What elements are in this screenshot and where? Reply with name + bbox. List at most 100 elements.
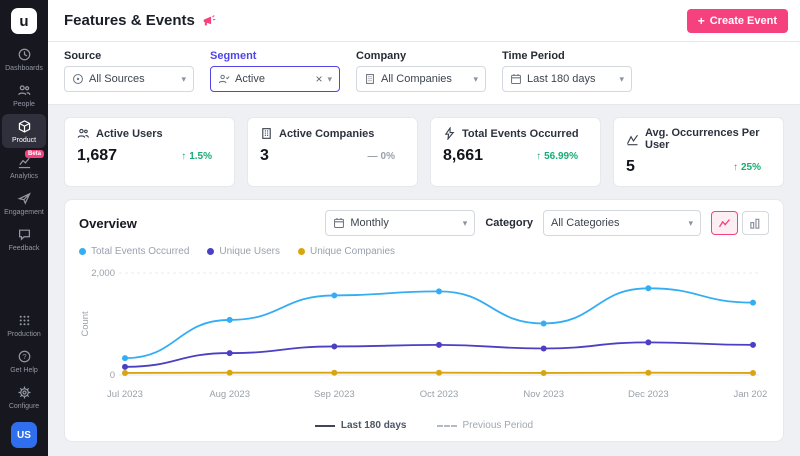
page-title: Features & Events xyxy=(64,12,195,29)
sidebar-item-label: Configure xyxy=(8,403,40,410)
building-icon xyxy=(260,127,273,140)
sidebar-item-engagement[interactable]: Engagement xyxy=(2,186,46,220)
chevron-down-icon: ▾ xyxy=(462,217,468,228)
svg-text:Jul 2023: Jul 2023 xyxy=(107,389,143,400)
app-root: u Dashboards People Product Beta Analyti… xyxy=(0,0,800,456)
overview-chart-area: 2,000 0 Count Jul 2023 Aug 2023 Sep 2023 Oct 2… xyxy=(79,259,769,418)
sidebar-item-label: Engagement xyxy=(4,209,44,216)
company-select[interactable]: All Companies ▾ xyxy=(356,66,486,92)
category-select[interactable]: All Categories ▾ xyxy=(543,210,701,236)
sidebar-item-get-help[interactable]: ? Get Help xyxy=(2,344,46,378)
create-event-button[interactable]: + Create Event xyxy=(686,8,788,33)
bar-chart-toggle[interactable] xyxy=(742,211,769,235)
segment-select-value: Active xyxy=(235,73,265,85)
svg-text:Nov 2023: Nov 2023 xyxy=(523,389,564,400)
dashboards-icon xyxy=(18,48,30,61)
footer-legend-label: Previous Period xyxy=(462,420,534,431)
sidebar: u Dashboards People Product Beta Analyti… xyxy=(0,0,48,456)
footer-legend-current: Last 180 days xyxy=(314,420,407,431)
filter-time-period: Time Period Last 180 days ▾ xyxy=(502,50,632,92)
svg-text:Sep 2023: Sep 2023 xyxy=(314,389,355,400)
sidebar-item-people[interactable]: People xyxy=(2,78,46,112)
granularity-select[interactable]: Monthly ▾ xyxy=(325,210,476,236)
users-icon xyxy=(77,127,90,140)
svg-text:Oct 2023: Oct 2023 xyxy=(420,389,459,400)
dashed-line-icon xyxy=(436,424,457,427)
chart-legend: Total Events Occurred Unique Users Uniqu… xyxy=(79,246,769,257)
sidebar-item-label: Feedback xyxy=(8,245,40,252)
solid-line-icon xyxy=(314,424,335,427)
overview-header: Overview Monthly ▾ Category All Categori… xyxy=(79,210,769,236)
app-logo[interactable]: u xyxy=(11,8,37,34)
kpi-label: Total Events Occurred xyxy=(462,127,579,140)
legend-unique-companies[interactable]: Unique Companies xyxy=(297,246,395,257)
kpi-value: 8,661 xyxy=(443,147,484,164)
svg-text:0: 0 xyxy=(110,370,115,381)
kpi-label: Avg. Occurrences Per User xyxy=(645,127,760,151)
sidebar-nav: Dashboards People Product Beta Analytics… xyxy=(0,42,48,256)
source-select[interactable]: All Sources ▾ xyxy=(64,66,194,92)
trend-icon xyxy=(626,133,639,146)
company-select-value: All Companies xyxy=(381,73,452,85)
filter-company: Company All Companies ▾ xyxy=(356,50,486,92)
bar-chart-icon xyxy=(750,218,760,229)
sidebar-item-label: Get Help xyxy=(10,367,38,374)
kpi-delta: ↑ 1.5% xyxy=(181,150,212,162)
footer-legend-previous: Previous Period xyxy=(436,420,534,431)
page-header: Features & Events + Create Event xyxy=(48,0,800,42)
sidebar-item-label: People xyxy=(13,101,35,108)
kpi-card-avg-occurrences: Avg. Occurrences Per User 5 ↑ 25% xyxy=(613,117,784,187)
filter-company-label: Company xyxy=(356,50,407,62)
source-icon xyxy=(72,73,84,85)
legend-dot xyxy=(79,248,86,255)
filter-bar: Source All Sources ▾ Segment Active × ▾ … xyxy=(48,42,800,105)
chevron-down-icon: ▾ xyxy=(327,73,332,84)
kpi-delta: —0% xyxy=(367,150,395,162)
sidebar-item-label: Analytics xyxy=(9,173,38,180)
flat-dash-icon: — xyxy=(367,150,378,162)
line-chart-icon xyxy=(718,218,731,227)
chevron-down-icon: ▾ xyxy=(619,73,624,84)
source-select-value: All Sources xyxy=(89,73,145,85)
footer-legend-label: Last 180 days xyxy=(340,420,407,431)
svg-text:2,000: 2,000 xyxy=(91,268,115,279)
people-icon xyxy=(17,85,30,96)
chevron-down-icon: ▾ xyxy=(473,73,478,84)
calendar-icon xyxy=(333,217,345,229)
kpi-label: Active Users xyxy=(96,127,163,140)
sidebar-item-label: Production xyxy=(7,331,41,338)
overview-title: Overview xyxy=(79,215,137,231)
legend-total-events[interactable]: Total Events Occurred xyxy=(79,246,189,257)
chart-type-toggle xyxy=(711,211,769,235)
legend-label: Total Events Occurred xyxy=(91,246,190,257)
sidebar-item-dashboards[interactable]: Dashboards xyxy=(2,42,46,76)
calendar-icon xyxy=(510,73,522,85)
legend-unique-users[interactable]: Unique Users xyxy=(207,246,280,257)
segment-select[interactable]: Active × ▾ xyxy=(210,66,340,92)
filter-source-label: Source xyxy=(64,50,102,62)
user-avatar[interactable]: US xyxy=(11,422,37,448)
sidebar-item-feedback[interactable]: Feedback xyxy=(2,222,46,256)
sidebar-item-configure[interactable]: Configure xyxy=(2,380,46,414)
legend-dot xyxy=(297,248,305,255)
sidebar-bottom-nav: Production ? Get Help Configure US xyxy=(0,308,48,448)
product-icon xyxy=(18,120,30,133)
filter-source: Source All Sources ▾ xyxy=(64,50,194,92)
legend-dot xyxy=(207,248,215,255)
time-period-select[interactable]: Last 180 days ▾ xyxy=(502,66,632,92)
chevron-down-icon: ▾ xyxy=(181,73,186,84)
arrow-up-icon: ↑ xyxy=(732,161,738,173)
overview-chart: 2,000 0 Count Jul 2023 Aug 2023 Sep 2023 Oct 2… xyxy=(80,268,767,400)
kpi-label: Active Companies xyxy=(279,127,375,140)
kpi-delta: ↑ 56.99% xyxy=(536,150,578,162)
plus-icon: + xyxy=(697,13,705,28)
help-icon: ? xyxy=(18,350,30,363)
sidebar-item-product[interactable]: Product xyxy=(2,114,46,148)
sidebar-item-analytics[interactable]: Beta Analytics xyxy=(2,150,46,184)
kpi-value: 1,687 xyxy=(77,147,118,164)
line-chart-toggle[interactable] xyxy=(711,211,738,235)
category-select-value: All Categories xyxy=(551,217,620,229)
clear-icon[interactable]: × xyxy=(315,73,322,85)
filter-segment: Segment Active × ▾ xyxy=(210,50,340,92)
sidebar-item-production[interactable]: Production xyxy=(2,308,46,342)
